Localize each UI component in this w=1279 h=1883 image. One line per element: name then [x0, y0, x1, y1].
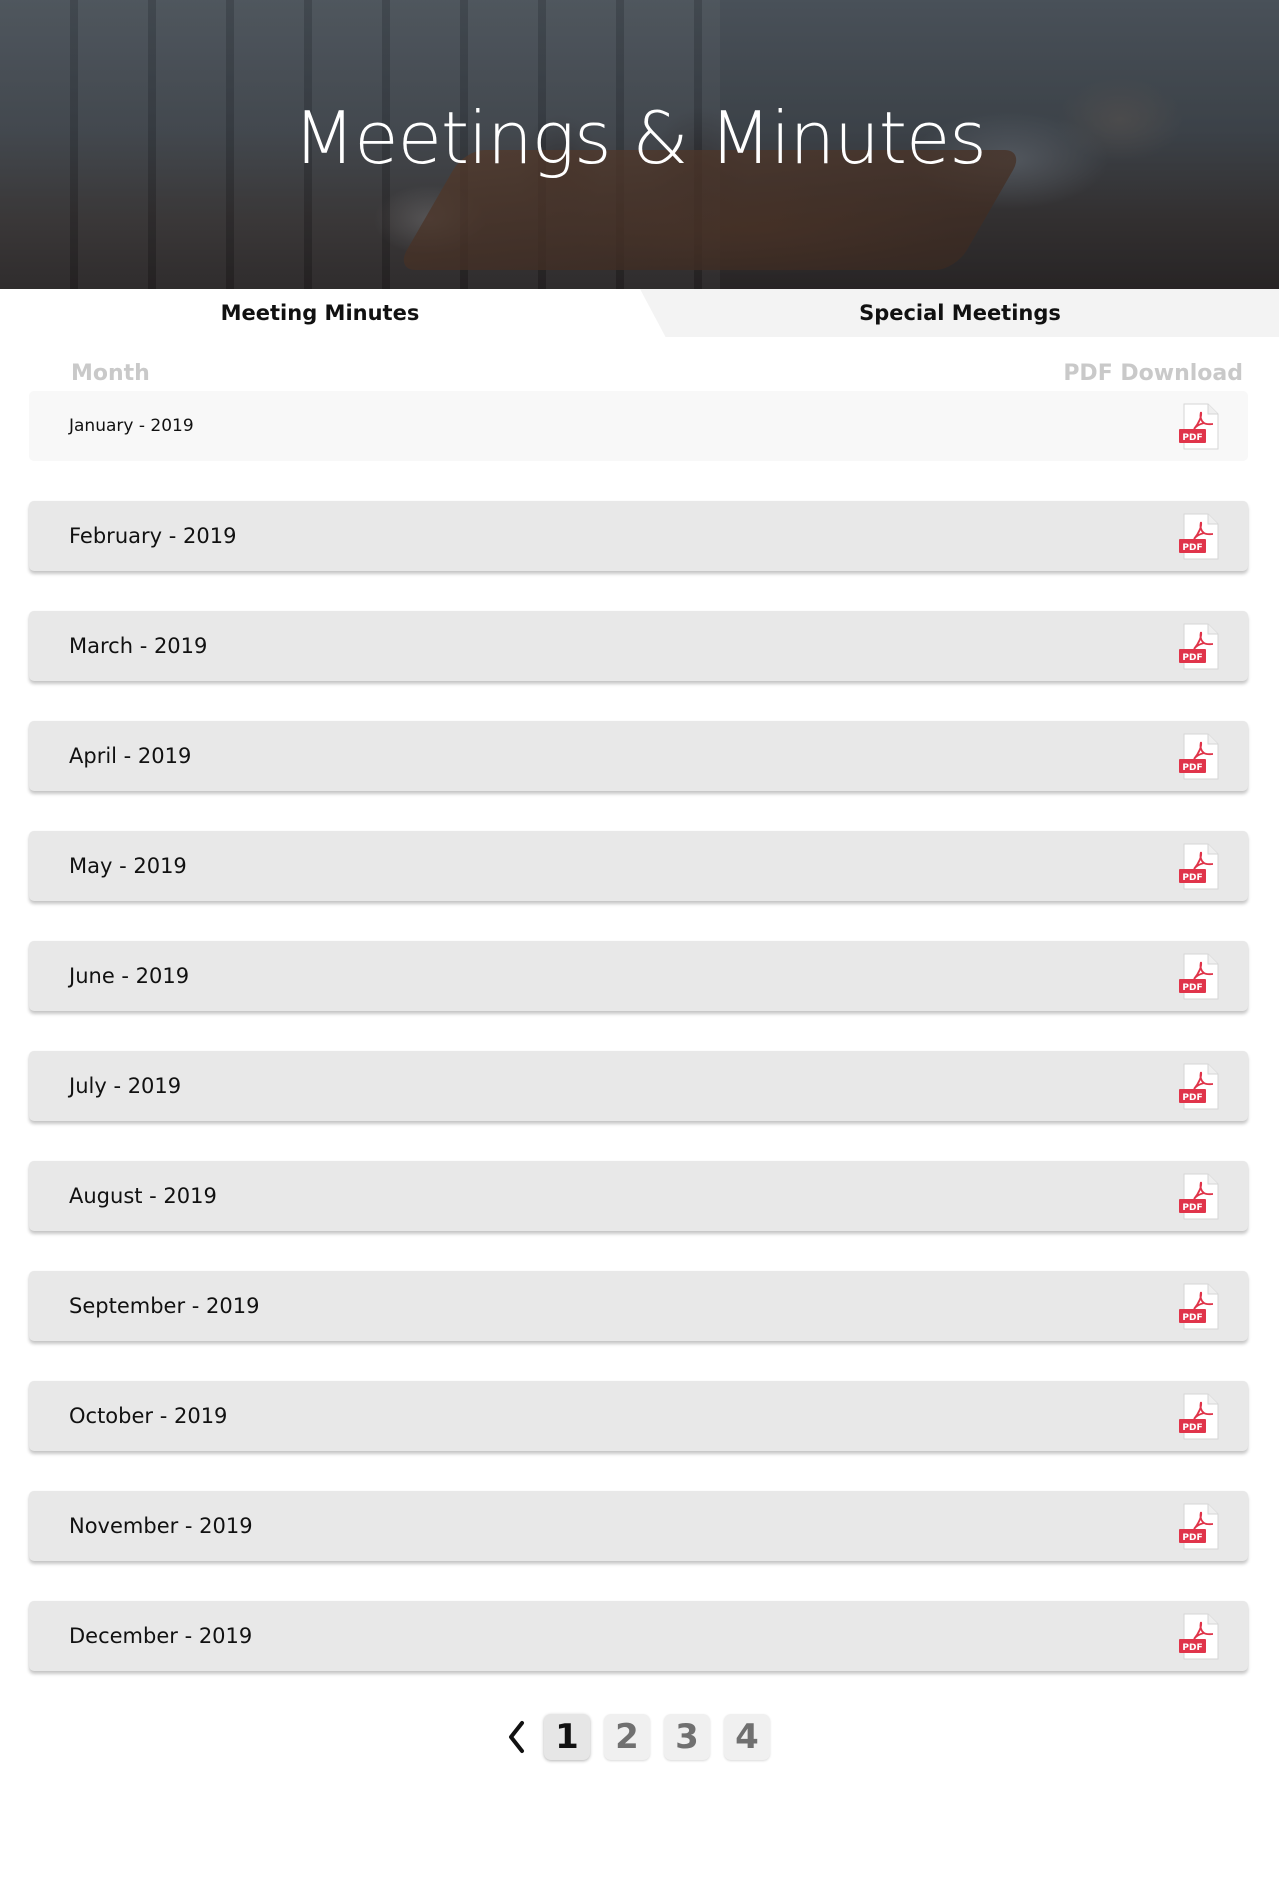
minutes-row-label: April - 2019 — [69, 744, 192, 768]
pdf-icon[interactable]: PDF — [1178, 403, 1220, 450]
tab-meeting-minutes[interactable]: Meeting Minutes — [0, 289, 640, 337]
svg-text:PDF: PDF — [1182, 1533, 1202, 1543]
svg-text:PDF: PDF — [1182, 1313, 1202, 1323]
chevron-left-icon[interactable] — [503, 1718, 529, 1756]
pdf-icon[interactable]: PDF — [1178, 1173, 1220, 1220]
svg-text:PDF: PDF — [1182, 1423, 1202, 1433]
page-button-3[interactable]: 3 — [664, 1714, 710, 1760]
pdf-icon[interactable]: PDF — [1178, 953, 1220, 1000]
svg-text:PDF: PDF — [1182, 543, 1202, 553]
pdf-icon[interactable]: PDF — [1178, 623, 1220, 670]
minutes-row-label: July - 2019 — [69, 1074, 182, 1098]
minutes-row: September - 2019 PDF — [29, 1271, 1248, 1341]
minutes-row: October - 2019 PDF — [29, 1381, 1248, 1451]
pdf-icon[interactable]: PDF — [1178, 1503, 1220, 1550]
minutes-row-label: March - 2019 — [69, 634, 208, 658]
svg-text:PDF: PDF — [1182, 433, 1202, 443]
minutes-row-label: December - 2019 — [69, 1624, 253, 1648]
minutes-row: March - 2019 PDF — [29, 611, 1248, 681]
minutes-row-label: May - 2019 — [69, 854, 187, 878]
minutes-row: June - 2019 PDF — [29, 941, 1248, 1011]
page-button-2[interactable]: 2 — [604, 1714, 650, 1760]
pdf-icon[interactable]: PDF — [1178, 1063, 1220, 1110]
minutes-row-label: February - 2019 — [69, 524, 237, 548]
page-title: Meetings & Minutes — [293, 96, 987, 180]
pdf-icon[interactable]: PDF — [1178, 1613, 1220, 1660]
pdf-icon[interactable]: PDF — [1178, 1393, 1220, 1440]
minutes-row-label: September - 2019 — [69, 1294, 260, 1318]
minutes-row: December - 2019 PDF — [29, 1601, 1248, 1671]
minutes-row: January - 2019 PDF — [29, 391, 1248, 461]
pagination: 1 2 3 4 — [0, 1714, 1279, 1760]
minutes-row: April - 2019 PDF — [29, 721, 1248, 791]
minutes-row: July - 2019 PDF — [29, 1051, 1248, 1121]
minutes-row-label: June - 2019 — [69, 964, 190, 988]
minutes-list: January - 2019 PDF February - 2019 PDF M… — [29, 391, 1248, 1711]
page-button-4[interactable]: 4 — [724, 1714, 770, 1760]
minutes-row: May - 2019 PDF — [29, 831, 1248, 901]
svg-text:PDF: PDF — [1182, 653, 1202, 663]
minutes-row-label: August - 2019 — [69, 1184, 217, 1208]
svg-text:PDF: PDF — [1182, 763, 1202, 773]
minutes-row-label: January - 2019 — [69, 416, 194, 436]
svg-text:PDF: PDF — [1182, 1643, 1202, 1653]
tab-special-meetings[interactable]: Special Meetings — [640, 289, 1279, 337]
pdf-icon[interactable]: PDF — [1178, 1283, 1220, 1330]
minutes-row-label: October - 2019 — [69, 1404, 228, 1428]
svg-text:PDF: PDF — [1182, 873, 1202, 883]
pdf-download-column-header: PDF Download — [1063, 361, 1243, 386]
pdf-icon[interactable]: PDF — [1178, 513, 1220, 560]
page-button-1[interactable]: 1 — [544, 1714, 590, 1760]
svg-text:PDF: PDF — [1182, 1093, 1202, 1103]
tab-bar: Meeting Minutes Special Meetings — [0, 289, 1279, 337]
minutes-row: November - 2019 PDF — [29, 1491, 1248, 1561]
pdf-icon[interactable]: PDF — [1178, 733, 1220, 780]
minutes-row: August - 2019 PDF — [29, 1161, 1248, 1231]
minutes-row-label: November - 2019 — [69, 1514, 253, 1538]
hero-banner: Meetings & Minutes — [0, 0, 1279, 289]
month-column-header: Month — [71, 361, 150, 386]
svg-text:PDF: PDF — [1182, 983, 1202, 993]
svg-text:PDF: PDF — [1182, 1203, 1202, 1213]
pdf-icon[interactable]: PDF — [1178, 843, 1220, 890]
minutes-row: February - 2019 PDF — [29, 501, 1248, 571]
